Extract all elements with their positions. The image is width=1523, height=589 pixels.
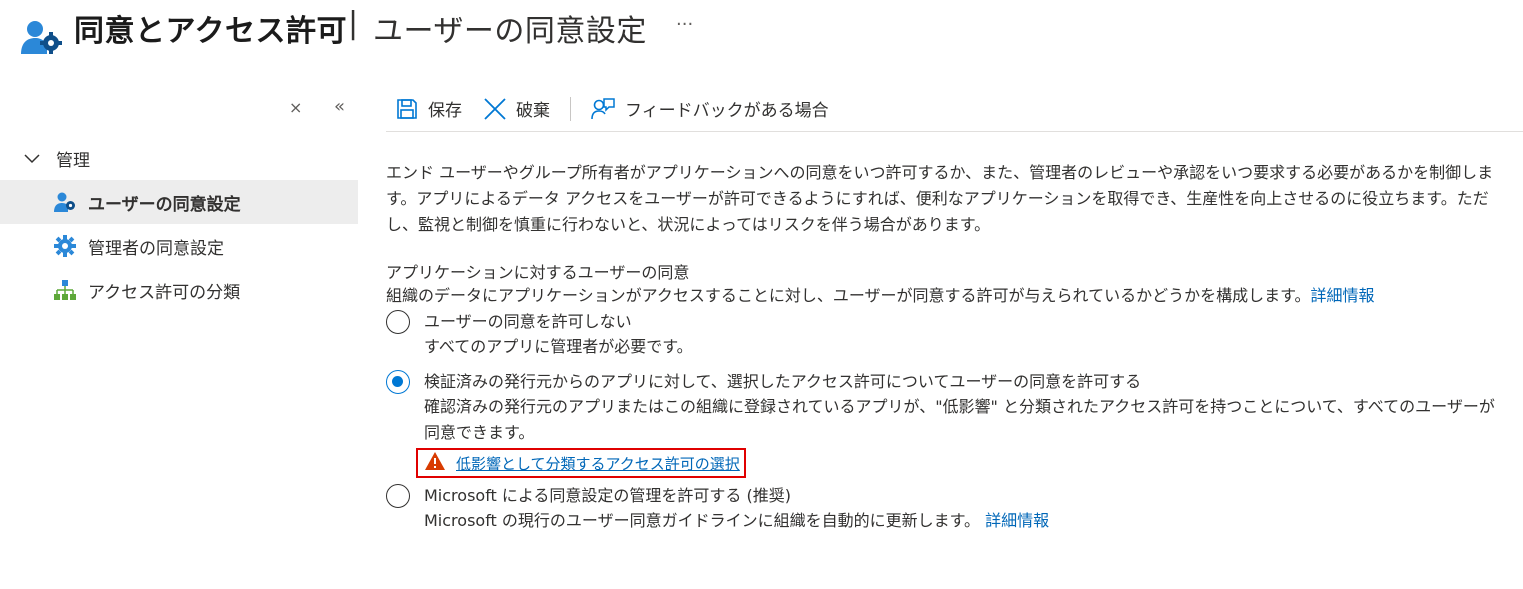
consent-option-disallow: ユーザーの同意を許可しない すべてのアプリに管理者が必要です。 bbox=[386, 310, 1499, 360]
option-label: Microsoft による同意設定の管理を許可する (推奨) bbox=[424, 486, 791, 505]
learn-more-link[interactable]: 詳細情報 bbox=[1310, 286, 1374, 305]
close-icon bbox=[484, 97, 506, 120]
option-description: すべてのアプリに管理者が必要です。 bbox=[424, 337, 693, 356]
sidebar-item-label: ユーザーの同意設定 bbox=[88, 194, 241, 215]
feedback-label: フィードバックがある場合 bbox=[625, 101, 829, 121]
sidebar-item-label: 管理者の同意設定 bbox=[88, 238, 224, 259]
sidebar-group-manage[interactable]: 管理 bbox=[24, 146, 90, 171]
sidebar-item-label: アクセス許可の分類 bbox=[88, 282, 241, 303]
radio-disallow[interactable] bbox=[386, 310, 410, 334]
hierarchy-icon bbox=[54, 279, 76, 301]
warning-icon bbox=[424, 451, 446, 475]
option-label: ユーザーの同意を許可しない bbox=[424, 312, 632, 331]
select-low-impact-permissions-link[interactable]: 低影響として分類するアクセス許可の選択 bbox=[456, 453, 740, 474]
save-label: 保存 bbox=[428, 101, 462, 121]
section-description-text: 組織のデータにアプリケーションがアクセスすることに対し、ユーザーが同意する許可が… bbox=[386, 286, 1311, 305]
sidebar: × « 管理 ユーザーの同意設定 管理者の同意設定 アクセス許可の分類 bbox=[0, 86, 358, 589]
discard-label: 破棄 bbox=[516, 101, 550, 121]
save-icon bbox=[397, 98, 417, 119]
option-description: Microsoft の現行のユーザー同意ガイドラインに組織を自動的に更新します。… bbox=[424, 508, 1499, 534]
sidebar-item-permission-classifications[interactable]: アクセス許可の分類 bbox=[0, 268, 358, 312]
discard-button[interactable]: 破棄 bbox=[484, 96, 550, 121]
user-settings-icon bbox=[20, 18, 62, 56]
option-description: 確認済みの発行元のアプリまたはこの組織に登録されているアプリが、"低影響" と分… bbox=[424, 397, 1495, 442]
title-separator: | bbox=[348, 6, 359, 41]
section-description: 組織のデータにアプリケーションがアクセスすることに対し、ユーザーが同意する許可が… bbox=[386, 282, 1375, 306]
toolbar: 保存 破棄 フィードバックがある場合 bbox=[386, 86, 1523, 132]
sidebar-group-label: 管理 bbox=[56, 151, 90, 171]
more-options-button[interactable]: ··· bbox=[676, 14, 693, 35]
page-description: エンド ユーザーやグループ所有者がアプリケーションへの同意をいつ許可するか、また… bbox=[386, 163, 1494, 234]
collapse-sidebar-icon[interactable]: « bbox=[334, 96, 345, 117]
consent-option-microsoft-managed: Microsoft による同意設定の管理を許可する (推奨) Microsoft… bbox=[386, 484, 1499, 534]
user-settings-icon bbox=[54, 191, 76, 213]
page-subtitle: ユーザーの同意設定 bbox=[373, 14, 647, 49]
learn-more-link[interactable]: 詳細情報 bbox=[985, 511, 1049, 530]
main-content: 保存 破棄 フィードバックがある場合 エンド ユーザーやグループ所有者がアプリケ… bbox=[386, 86, 1523, 589]
toolbar-divider bbox=[570, 96, 571, 121]
radio-verified-publishers[interactable] bbox=[386, 370, 410, 394]
sidebar-item-user-consent[interactable]: ユーザーの同意設定 bbox=[0, 180, 358, 224]
option-description-text: Microsoft の現行のユーザー同意ガイドラインに組織を自動的に更新します。 bbox=[424, 511, 980, 530]
save-button[interactable]: 保存 bbox=[396, 96, 462, 121]
section-title: アプリケーションに対するユーザーの同意 bbox=[386, 263, 690, 282]
low-impact-permissions-callout: 低影響として分類するアクセス許可の選択 bbox=[416, 448, 746, 478]
chevron-down-icon bbox=[24, 149, 42, 169]
page-title: 同意とアクセス許可 bbox=[74, 14, 347, 49]
feedback-button[interactable]: フィードバックがある場合 bbox=[591, 96, 829, 121]
sidebar-item-admin-consent[interactable]: 管理者の同意設定 bbox=[0, 224, 358, 268]
radio-microsoft-managed[interactable] bbox=[386, 484, 410, 508]
page-header: 同意とアクセス許可 | ユーザーの同意設定 ··· bbox=[0, 0, 1523, 60]
close-icon[interactable]: × bbox=[289, 98, 302, 117]
feedback-icon bbox=[591, 97, 615, 119]
option-label: 検証済みの発行元からのアプリに対して、選択したアクセス許可についてユーザーの同意… bbox=[424, 372, 1142, 391]
gear-icon bbox=[54, 235, 76, 257]
consent-option-verified-publishers: 検証済みの発行元からのアプリに対して、選択したアクセス許可についてユーザーの同意… bbox=[386, 370, 1499, 446]
